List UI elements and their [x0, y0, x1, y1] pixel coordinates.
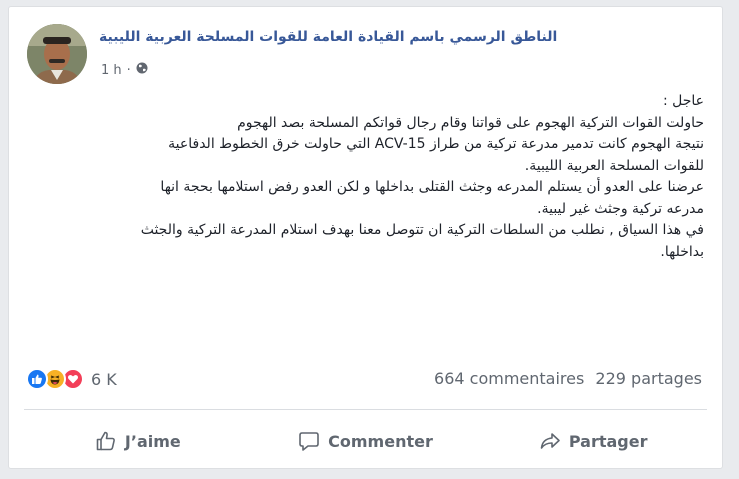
post-line: نتيجة الهجوم كانت تدمير مدرعة تركية من ط…: [168, 136, 704, 152]
share-button[interactable]: Partager: [479, 430, 707, 452]
shares-count-link[interactable]: 229 partages: [595, 369, 702, 388]
post-line: للقوات المسلحة العربية الليبية.: [524, 157, 704, 174]
divider: [24, 409, 707, 410]
author-name-link[interactable]: الناطق الرسمي باسم القيادة العامة للقوات…: [99, 29, 557, 45]
post-line: حاولت القوات التركية الهجوم على قواتنا و…: [237, 114, 704, 131]
comment-button[interactable]: Commenter: [252, 430, 480, 452]
share-label: Partager: [568, 431, 648, 451]
action-bar: J’aime Commenter Partager: [24, 421, 707, 461]
like-button[interactable]: J’aime: [24, 430, 252, 452]
post-line: بداخلها.: [660, 243, 704, 260]
post-meta: 1 h ·: [101, 62, 148, 78]
comment-icon: [299, 432, 319, 451]
post-timestamp[interactable]: 1 h: [101, 63, 122, 78]
globe-icon[interactable]: [136, 62, 148, 78]
like-label: J’aime: [124, 431, 181, 451]
comments-count-link[interactable]: 664 commentaires: [434, 369, 584, 388]
comment-label: Commenter: [328, 431, 433, 451]
post-card: الناطق الرسمي باسم القيادة العامة للقوات…: [8, 6, 723, 469]
post-line: عاجل :: [662, 93, 704, 109]
reactions-summary[interactable]: 6 K: [26, 368, 117, 390]
share-icon: [540, 433, 560, 449]
meta-separator: ·: [126, 62, 131, 78]
post-line: في هذا السياق , نطلب من السلطات التركية …: [140, 222, 704, 238]
thumbs-up-icon: [96, 431, 115, 451]
post-stats: 664 commentaires 229 partages: [434, 369, 702, 388]
post-line: عرضنا على العدو أن يستلم المدرعه وجثث ال…: [160, 179, 704, 195]
post-body: عاجل : حاولت القوات التركية الهجوم على ق…: [43, 91, 704, 263]
post-line: مدرعه تركية وجثث غير ليبية.: [537, 200, 704, 217]
reaction-count[interactable]: 6 K: [91, 370, 117, 389]
like-icon: [26, 368, 48, 390]
avatar[interactable]: [27, 24, 87, 84]
